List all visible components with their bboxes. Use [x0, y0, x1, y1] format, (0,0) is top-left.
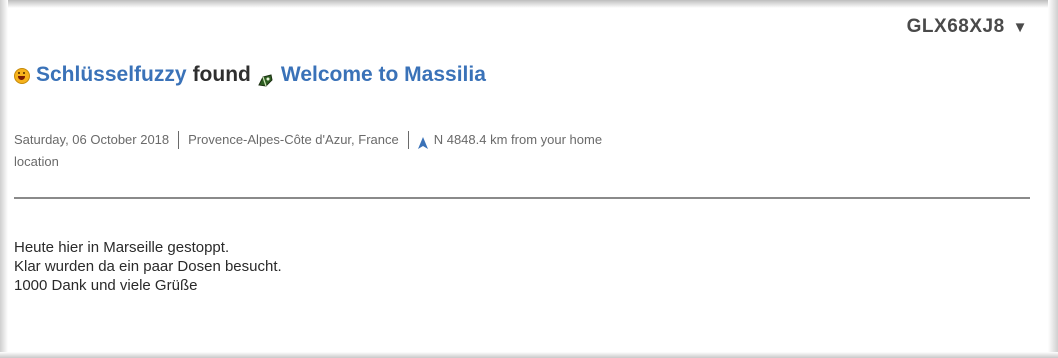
cache-link[interactable]: Welcome to Massilia — [281, 63, 486, 87]
traditional-cache-icon — [257, 70, 274, 87]
chevron-down-icon: ▼ — [1012, 18, 1028, 36]
divider — [14, 197, 1030, 199]
card-shadow-left — [0, 0, 8, 358]
log-distance-continued: location — [14, 154, 59, 169]
meta-separator — [178, 130, 180, 149]
log-text-line: Klar wurden da ein paar Dosen besucht. — [14, 258, 282, 275]
divider — [14, 354, 1030, 356]
north-arrow-icon — [417, 134, 428, 149]
user-link[interactable]: Schlüsselfuzzy — [36, 63, 187, 87]
log-text: Heute hier in Marseille gestoppt. Klar w… — [14, 238, 282, 295]
card-shadow-right — [1048, 0, 1058, 358]
meta-separator — [407, 130, 409, 149]
log-headline: Schlüsselfuzzy found Welcome to Massilia — [14, 63, 486, 87]
log-meta: Saturday, 06 October 2018 Provence-Alpes-… — [14, 129, 774, 173]
log-distance: N 4848.4 km from your home — [433, 132, 603, 147]
log-code-dropdown[interactable]: GLX68XJ8 ▼ — [907, 16, 1028, 38]
log-action: found — [192, 63, 251, 86]
log-text-line: 1000 Dank und viele Grüße — [14, 277, 198, 294]
log-date: Saturday, 06 October 2018 — [14, 132, 170, 147]
log-region: Provence-Alpes-Côte d'Azur, France — [188, 132, 399, 147]
log-code: GLX68XJ8 — [906, 16, 1005, 37]
smiley-face-icon — [14, 68, 30, 84]
log-text-line: Heute hier in Marseille gestoppt. — [14, 239, 230, 256]
log-entry-card: GLX68XJ8 ▼ Schlüsselfuzzy found Welcome … — [0, 0, 1058, 358]
